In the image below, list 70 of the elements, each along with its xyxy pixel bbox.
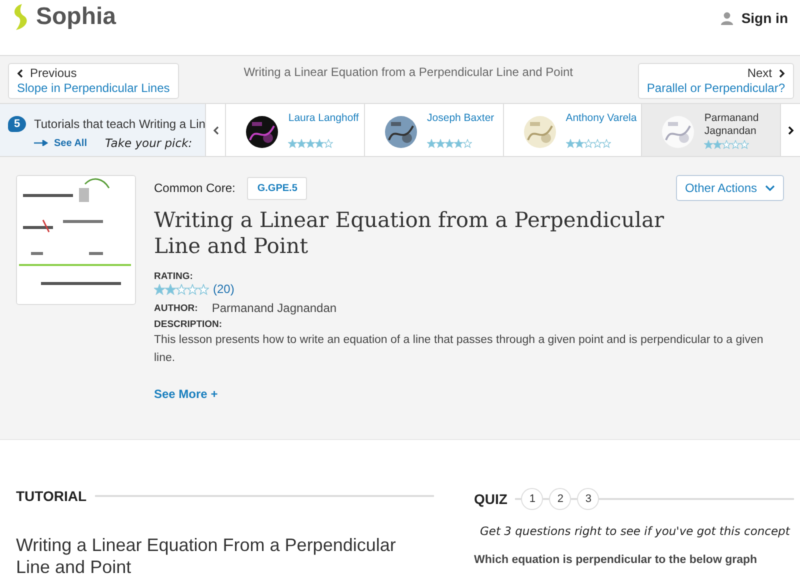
- see-more-link[interactable]: See More +: [154, 387, 218, 401]
- next-lesson-title: Parallel or Perpendicular?: [646, 81, 785, 96]
- star-icon: [463, 139, 472, 148]
- previous-lesson-title: Slope in Perpendicular Lines: [17, 81, 170, 96]
- common-core-label: Common Core:: [154, 181, 236, 195]
- next-label: Next: [747, 66, 772, 81]
- chevron-down-icon: [765, 185, 775, 191]
- star-icon: [566, 139, 575, 148]
- star-icon: [297, 139, 306, 148]
- section-heading: TUTORIAL: [16, 488, 87, 504]
- lesson-title: Writing a Linear Equation from a Perpendicular Line and Point: [154, 207, 666, 259]
- star-icon: [176, 284, 187, 294]
- star-icon: [574, 139, 584, 148]
- star-icon: [592, 139, 602, 148]
- rating-count[interactable]: (20): [213, 282, 234, 296]
- star-icon: [288, 139, 298, 148]
- star-icon: [445, 139, 454, 148]
- rating-label: RATING:: [154, 271, 194, 282]
- star-icon: [584, 139, 593, 148]
- tutor-name: Parmanand Jagnandan: [704, 112, 760, 138]
- tutor-name: Joseph Baxter: [427, 112, 494, 125]
- pick-text: Take your pick:: [104, 136, 192, 150]
- description-label: DESCRIPTION:: [154, 319, 224, 330]
- star-icon: [324, 139, 334, 148]
- previous-label: Previous: [30, 66, 77, 81]
- tutor-card[interactable]: Anthony Varela: [502, 104, 642, 156]
- current-lesson-title: Writing a Linear Equation from a Perpendicular Line and Point: [244, 65, 573, 79]
- see-all-link[interactable]: See All: [34, 138, 87, 148]
- standard-tag[interactable]: G.GPE.5: [247, 176, 308, 200]
- quiz-tagline: Get 3 questions right to see if you've got this concept: [480, 524, 792, 538]
- star-icon: [454, 139, 464, 148]
- star-icon: [198, 284, 209, 294]
- quiz-step[interactable]: 1: [521, 488, 544, 510]
- chevron-left-icon: [212, 126, 219, 134]
- other-actions-button[interactable]: Other Actions: [676, 175, 784, 201]
- section-heading: QUIZ: [474, 491, 508, 507]
- chevron-left-icon: [17, 69, 23, 78]
- next-button[interactable]: Next Parallel or Perpendicular?: [638, 63, 794, 99]
- tutor-name: Anthony Varela: [566, 112, 637, 125]
- quiz-step[interactable]: 2: [549, 488, 572, 510]
- description-text: This lesson presents how to write an equation of a line that passes through a given point and is perpendicular to a given line.: [154, 333, 764, 366]
- quiz-step[interactable]: 3: [577, 488, 600, 510]
- tutorials-text: Tutorials that teach Writing a Lin: [34, 117, 206, 131]
- author-name: Parmanand Jagnandan: [212, 301, 337, 315]
- user-icon: [721, 12, 734, 24]
- arrow-right-icon: [34, 140, 48, 146]
- star-icon: [731, 140, 740, 149]
- logo-text[interactable]: Sophia: [36, 3, 116, 31]
- chevron-right-icon: [779, 69, 785, 78]
- star-icon: [427, 139, 436, 148]
- star-icon: [704, 140, 714, 149]
- star-icon: [306, 139, 316, 148]
- sign-in-link[interactable]: Sign in: [721, 10, 788, 26]
- tutorial-title: Writing a Linear Equation From a Perpendicular Line and Point: [16, 534, 397, 576]
- star-icon: [165, 284, 176, 294]
- count-badge: 5: [8, 116, 26, 132]
- star-icon: [740, 140, 750, 149]
- star-icon: [154, 284, 165, 294]
- star-icon: [436, 139, 446, 148]
- star-icon: [722, 140, 732, 149]
- previous-button[interactable]: Previous Slope in Perpendicular Lines: [8, 63, 179, 99]
- author-label: AUTHOR:: [154, 302, 198, 314]
- tutor-name: Laura Langhoff: [288, 112, 359, 125]
- star-icon: [315, 139, 324, 148]
- quiz-question: Which equation is perpendicular to the below graph: [474, 554, 758, 566]
- chevron-right-icon: [788, 126, 794, 134]
- star-icon: [602, 139, 611, 148]
- tutor-card[interactable]: Parmanand Jagnandan: [641, 104, 780, 156]
- star-icon: [187, 284, 198, 294]
- star-icon: [713, 140, 722, 149]
